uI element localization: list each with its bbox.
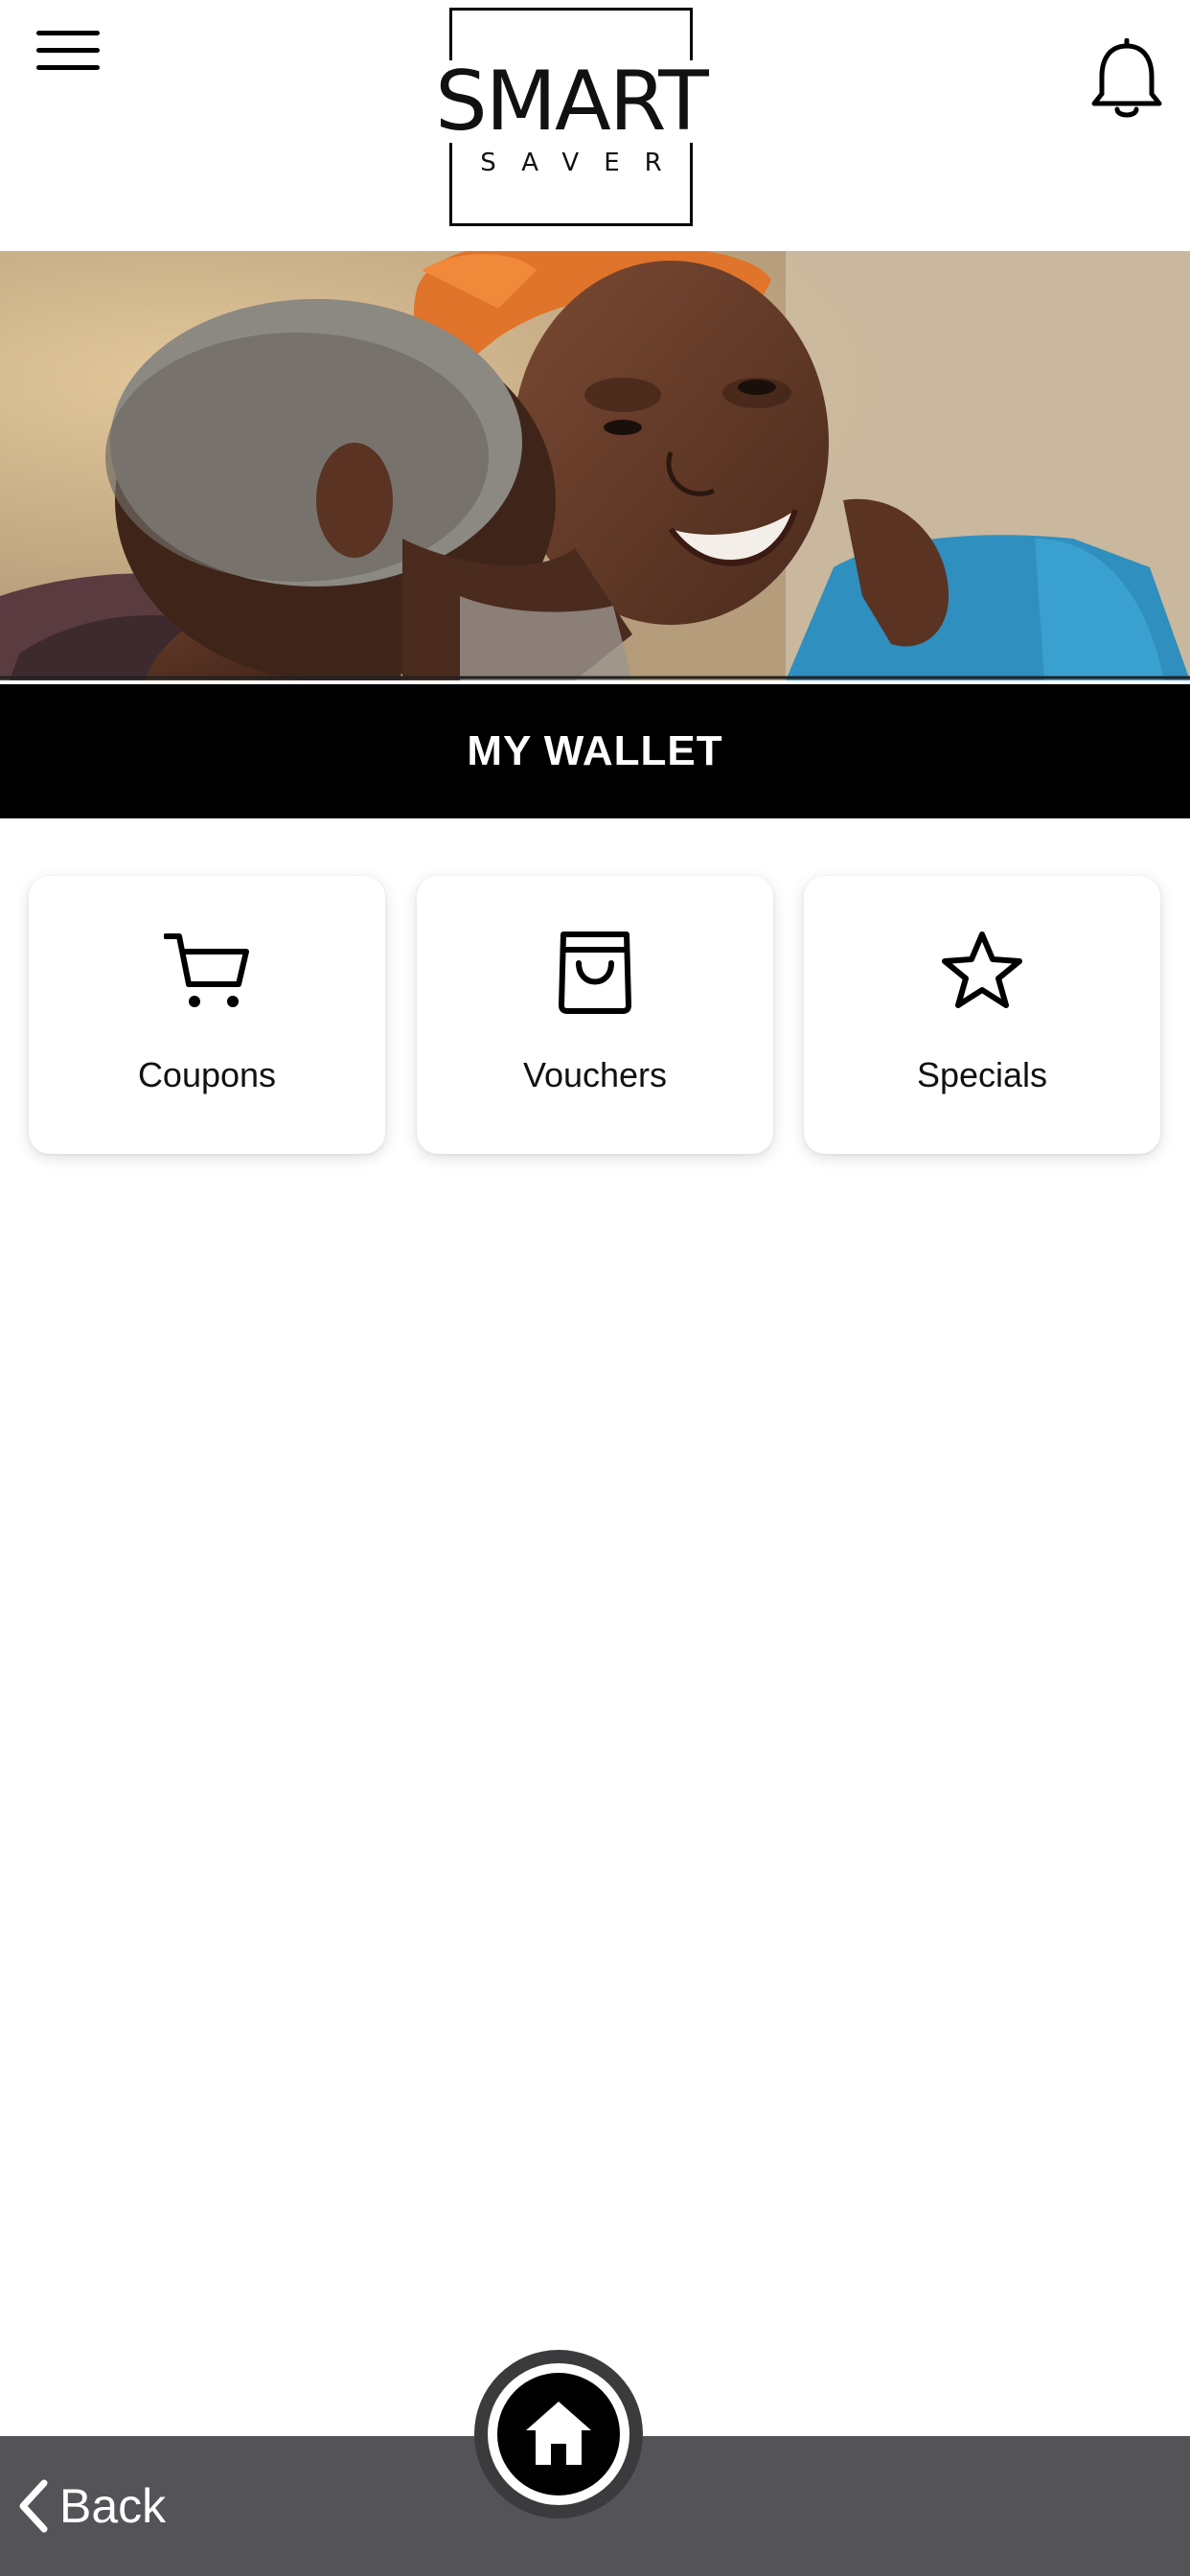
logo-subtitle: SAVER <box>480 149 687 177</box>
back-label: Back <box>59 2479 167 2533</box>
specials-label: Specials <box>916 1055 1048 1094</box>
shopping-bag-icon <box>552 929 638 1015</box>
vouchers-card[interactable]: Vouchers <box>417 876 773 1154</box>
logo-wordmark: SMART <box>414 60 728 143</box>
vouchers-label: Vouchers <box>522 1055 668 1094</box>
hamburger-menu-icon[interactable] <box>27 21 109 88</box>
back-button[interactable]: Back <box>13 2463 166 2549</box>
coupons-label: Coupons <box>137 1055 277 1094</box>
chevron-left-icon <box>19 2479 48 2533</box>
specials-card[interactable]: Specials <box>804 876 1160 1154</box>
home-button[interactable] <box>474 2350 643 2518</box>
wallet-screen: SMART SAVER MY WALLET Coupons Vouchers S… <box>0 0 1190 2576</box>
shopping-cart-icon <box>163 929 250 1015</box>
home-icon <box>526 2402 591 2465</box>
page-title: MY WALLET <box>0 684 1190 818</box>
coupons-card[interactable]: Coupons <box>29 876 385 1154</box>
star-icon <box>939 929 1025 1015</box>
app-header: SMART SAVER <box>0 0 1190 251</box>
bell-icon[interactable] <box>1087 37 1167 125</box>
smart-saver-logo: SMART SAVER <box>414 8 728 226</box>
hero-photo <box>0 251 1190 680</box>
wallet-menu: Coupons Vouchers Specials <box>29 876 1161 1154</box>
